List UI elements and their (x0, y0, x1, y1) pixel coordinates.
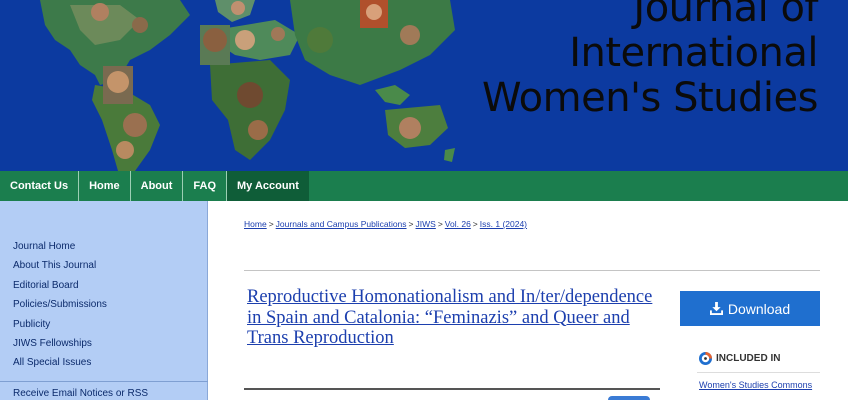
download-label: Download (727, 300, 791, 317)
breadcrumb-issue[interactable]: Iss. 1 (2024) (480, 219, 527, 229)
sidebar-item-all-special-issues[interactable]: All Special Issues (13, 353, 107, 372)
network-icon (699, 352, 712, 365)
content-divider (244, 270, 820, 271)
nav-faq[interactable]: FAQ (183, 171, 228, 201)
breadcrumb-volume[interactable]: Vol. 26 (445, 219, 471, 229)
sidebar-divider (0, 381, 208, 382)
sidebar-item-about-this-journal[interactable]: About This Journal (13, 256, 107, 275)
sidebar-item-policies-submissions[interactable]: Policies/Submissions (13, 295, 107, 314)
title-divider (244, 388, 660, 390)
download-icon (709, 302, 723, 315)
journal-banner: Journal of International Women's Studies (0, 0, 848, 171)
world-map-collage-image (40, 0, 455, 171)
included-divider (697, 372, 820, 373)
sidebar-item-email-notices[interactable]: Receive Email Notices or RSS (13, 388, 148, 399)
nav-about[interactable]: About (131, 171, 184, 201)
included-in-label: INCLUDED IN (716, 353, 781, 364)
journal-title: Journal of International Women's Studies (481, 0, 819, 121)
breadcrumb-jiws[interactable]: JIWS (416, 219, 436, 229)
included-in-heading: INCLUDED IN (699, 352, 780, 365)
breadcrumb-journals[interactable]: Journals and Campus Publications (276, 219, 407, 229)
sidebar-item-jiws-fellowships[interactable]: JIWS Fellowships (13, 334, 107, 353)
breadcrumb-separator: > (268, 219, 274, 229)
womens-studies-commons-link[interactable]: Women's Studies Commons (699, 380, 812, 390)
breadcrumb-separator: > (408, 219, 414, 229)
partial-button[interactable] (608, 396, 650, 400)
breadcrumb-separator: > (472, 219, 478, 229)
download-button[interactable]: Download (680, 291, 820, 326)
breadcrumb: Home > Journals and Campus Publications > JI… (244, 219, 527, 229)
sidebar-item-editorial-board[interactable]: Editorial Board (13, 276, 107, 295)
sidebar-menu: Journal Home About This Journal Editoria… (13, 237, 107, 373)
sidebar: Journal Home About This Journal Editoria… (0, 201, 208, 400)
journal-title-line-1: Journal of (633, 0, 818, 31)
nav-home[interactable]: Home (79, 171, 131, 201)
breadcrumb-home[interactable]: Home (244, 219, 267, 229)
main-nav: Contact Us Home About FAQ My Account (0, 171, 848, 201)
sidebar-item-journal-home[interactable]: Journal Home (13, 237, 107, 256)
journal-title-line-3: Women's Studies (481, 75, 819, 121)
article-title-link[interactable]: Reproductive Homonationalism and In/ter/… (247, 287, 657, 349)
nav-contact-us[interactable]: Contact Us (0, 171, 80, 201)
breadcrumb-separator: > (437, 219, 443, 229)
journal-title-line-2: International (569, 30, 818, 76)
nav-my-account[interactable]: My Account (227, 171, 309, 201)
sidebar-item-publicity[interactable]: Publicity (13, 315, 107, 334)
